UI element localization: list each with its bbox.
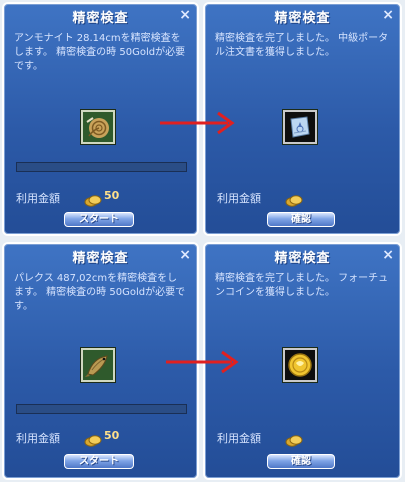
cost-label: 利用金額 bbox=[16, 432, 60, 445]
inspection-progress-bar bbox=[16, 162, 187, 172]
ammonite-icon bbox=[81, 110, 115, 144]
fortune-coin-icon bbox=[283, 348, 317, 382]
cost-amount: 50 bbox=[104, 429, 120, 442]
panel-title: 精密検査 bbox=[274, 11, 331, 26]
gold-coin-icon bbox=[285, 432, 303, 447]
arrow-right-icon bbox=[160, 111, 235, 135]
gold-coin-icon bbox=[84, 432, 102, 447]
panel-title: 精密検査 bbox=[274, 251, 331, 266]
panel-title: 精密検査 bbox=[72, 11, 129, 26]
panel-message: 精密検査を完了しました。 フォーチュンコインを獲得しました。 bbox=[215, 273, 389, 298]
panel-message: 精密検査を完了しました。 中級ポータル注文書を獲得しました。 bbox=[215, 33, 389, 58]
close-icon[interactable]: × bbox=[382, 7, 394, 23]
arrow-right-icon bbox=[166, 350, 239, 374]
panel-message: パレクス 487,02cmを精密検査をします。 精密検査の時 50Goldが必要… bbox=[14, 273, 186, 312]
fish-icon bbox=[81, 348, 115, 382]
close-icon[interactable]: × bbox=[179, 247, 191, 263]
portal-scroll-icon bbox=[283, 110, 317, 144]
cost-label: 利用金額 bbox=[217, 432, 261, 445]
start-button[interactable]: スタート bbox=[64, 454, 134, 469]
cost-amount: 50 bbox=[104, 189, 120, 202]
confirm-button[interactable]: 確認 bbox=[267, 454, 335, 469]
close-icon[interactable]: × bbox=[382, 247, 394, 263]
panel-title: 精密検査 bbox=[72, 251, 129, 266]
confirm-button[interactable]: 確認 bbox=[267, 212, 335, 227]
close-icon[interactable]: × bbox=[179, 7, 191, 23]
cost-label: 利用金額 bbox=[16, 192, 60, 205]
inspection-progress-bar bbox=[16, 404, 187, 414]
gold-coin-icon bbox=[84, 192, 102, 207]
start-button[interactable]: スタート bbox=[64, 212, 134, 227]
cost-label: 利用金額 bbox=[217, 192, 261, 205]
gold-coin-icon bbox=[285, 192, 303, 207]
panel-message: アンモナイト 28.14cmを精密検査をします。 精密検査の時 50Goldが必… bbox=[14, 33, 186, 72]
